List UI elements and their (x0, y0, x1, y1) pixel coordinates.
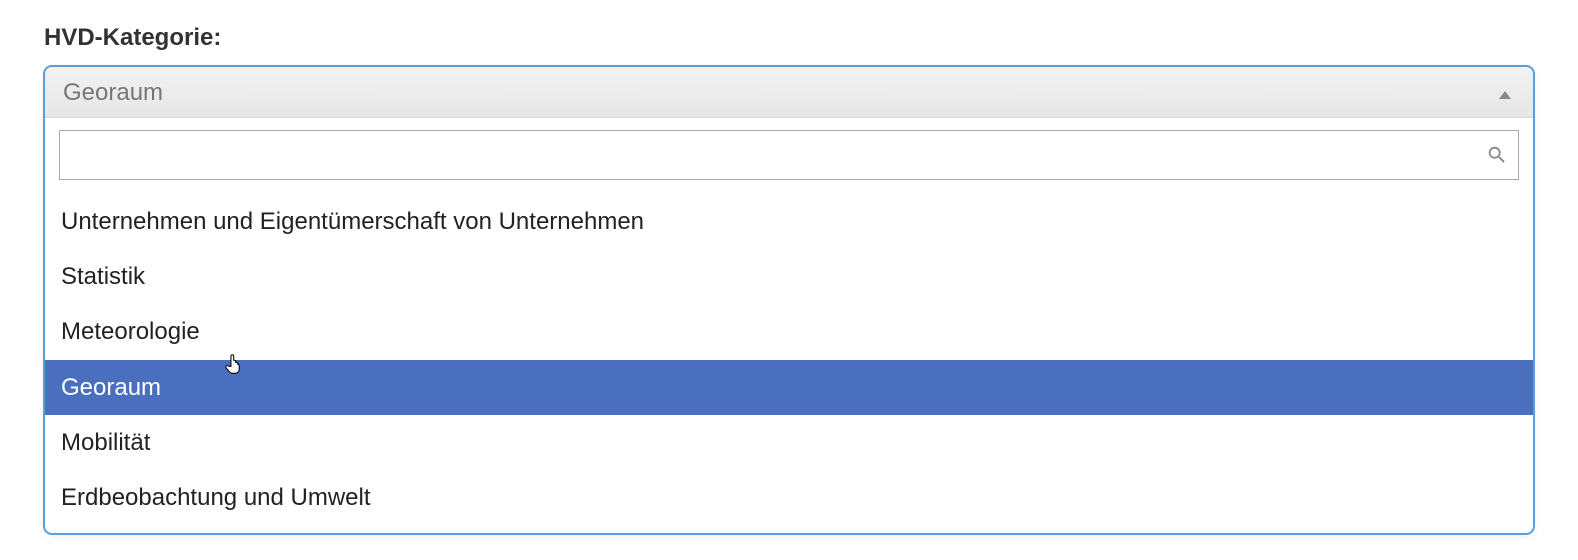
dropdown-option[interactable]: Georaum (45, 360, 1533, 415)
field-label: HVD-Kategorie: (44, 24, 1534, 52)
dropdown-option[interactable]: Meteorologie (45, 304, 1533, 359)
caret-up-icon (1499, 91, 1511, 99)
dropdown-header[interactable]: Georaum (45, 67, 1533, 118)
dropdown-option[interactable]: Erdbeobachtung und Umwelt (45, 470, 1533, 525)
hvd-category-dropdown[interactable]: Georaum Unternehmen und Eigentümerschaft… (44, 66, 1534, 534)
dropdown-option[interactable]: Mobilität (45, 415, 1533, 470)
dropdown-search-row (45, 118, 1533, 186)
dropdown-wrapper: Georaum Unternehmen und Eigentümerschaft… (44, 66, 1534, 534)
search-icon (1486, 144, 1508, 166)
dropdown-option[interactable]: Unternehmen und Eigentümerschaft von Unt… (45, 194, 1533, 249)
dropdown-options-list: Unternehmen und Eigentümerschaft von Unt… (45, 186, 1533, 533)
dropdown-search-input[interactable] (70, 131, 1486, 179)
dropdown-option[interactable]: Statistik (45, 249, 1533, 304)
dropdown-search-box[interactable] (59, 130, 1519, 180)
dropdown-selected-value: Georaum (63, 79, 1499, 107)
